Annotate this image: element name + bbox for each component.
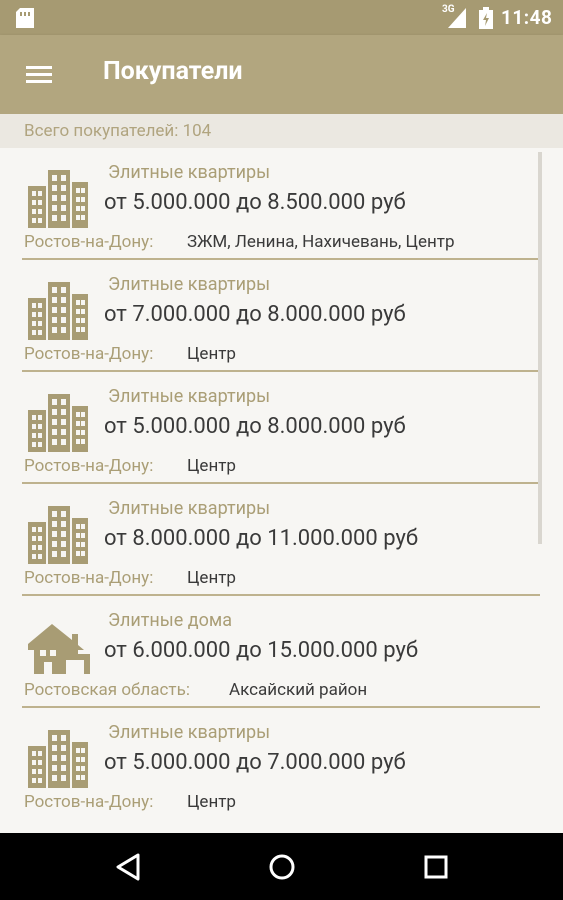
buyers-count-bar: Всего покупателей: 104 xyxy=(0,114,563,148)
list-item[interactable]: Элитные квартиры от 7.000.000 до 8.000.0… xyxy=(0,260,563,372)
listing-region: Ростов-на-Дону: xyxy=(24,232,154,252)
listing-category: Элитные дома xyxy=(108,610,233,631)
house-icon xyxy=(28,624,90,674)
listing-region: Ростов-на-Дону: xyxy=(24,456,154,476)
signal-strength-icon xyxy=(448,8,466,28)
listing-price-range: от 5.000.000 до 7.000.000 руб xyxy=(104,750,406,775)
list-item[interactable]: Элитные квартиры от 5.000.000 до 8.000.0… xyxy=(0,372,563,484)
battery-icon xyxy=(479,7,493,29)
apartment-building-icon xyxy=(28,394,88,452)
list-scrollbar[interactable] xyxy=(538,152,542,544)
listing-price-range: от 7.000.000 до 8.000.000 руб xyxy=(104,302,406,327)
listing-category: Элитные квартиры xyxy=(108,386,271,407)
listing-district: Аксайский район xyxy=(229,680,368,700)
clock: 11:48 xyxy=(501,6,553,29)
listing-district: Центр xyxy=(187,344,236,364)
listing-price-range: от 8.000.000 до 11.000.000 руб xyxy=(104,526,419,551)
list-item[interactable]: Элитные квартиры от 8.000.000 до 11.000.… xyxy=(0,484,563,596)
app-bar: Покупатели xyxy=(0,35,563,114)
listing-price-range: от 6.000.000 до 15.000.000 руб xyxy=(104,638,419,663)
back-triangle-icon[interactable] xyxy=(106,845,150,889)
apartment-building-icon xyxy=(28,170,88,228)
apartment-building-icon xyxy=(28,506,88,564)
listing-category: Элитные квартиры xyxy=(108,498,271,519)
buyers-list[interactable]: Элитные квартиры от 5.000.000 до 8.500.0… xyxy=(0,148,563,833)
list-item[interactable]: Элитные квартиры от 5.000.000 до 8.500.0… xyxy=(0,148,563,260)
listing-price-range: от 5.000.000 до 8.000.000 руб xyxy=(104,414,406,439)
buyers-count-label: Всего покупателей: 104 xyxy=(24,121,212,141)
recent-apps-square-icon[interactable] xyxy=(414,845,458,889)
listing-price-range: от 5.000.000 до 8.500.000 руб xyxy=(104,190,406,215)
listing-district: Центр xyxy=(187,568,236,588)
home-circle-icon[interactable] xyxy=(260,845,304,889)
listing-district: ЗЖМ, Ленина, Нахичевань, Центр xyxy=(187,232,455,252)
listing-category: Элитные квартиры xyxy=(108,722,271,743)
page-title: Покупатели xyxy=(103,57,243,86)
listing-category: Элитные квартиры xyxy=(108,274,271,295)
listing-region: Ростов-на-Дону: xyxy=(24,344,154,364)
status-bar: 3G 11:48 xyxy=(0,0,563,35)
listing-category: Элитные квартиры xyxy=(108,162,271,183)
listing-district: Центр xyxy=(187,456,236,476)
hamburger-menu-icon[interactable] xyxy=(14,50,64,100)
listing-district: Центр xyxy=(187,792,236,812)
list-item[interactable]: Элитные квартиры от 5.000.000 до 7.000.0… xyxy=(0,708,563,820)
listing-region: Ростовская область: xyxy=(24,680,190,700)
apartment-building-icon xyxy=(28,730,88,788)
list-item[interactable]: Элитные дома от 6.000.000 до 15.000.000 … xyxy=(0,596,563,708)
sim-card-icon xyxy=(16,8,34,28)
listing-region: Ростов-на-Дону: xyxy=(24,568,154,588)
listing-region: Ростов-на-Дону: xyxy=(24,792,154,812)
system-nav-bar xyxy=(0,833,563,900)
apartment-building-icon xyxy=(28,282,88,340)
